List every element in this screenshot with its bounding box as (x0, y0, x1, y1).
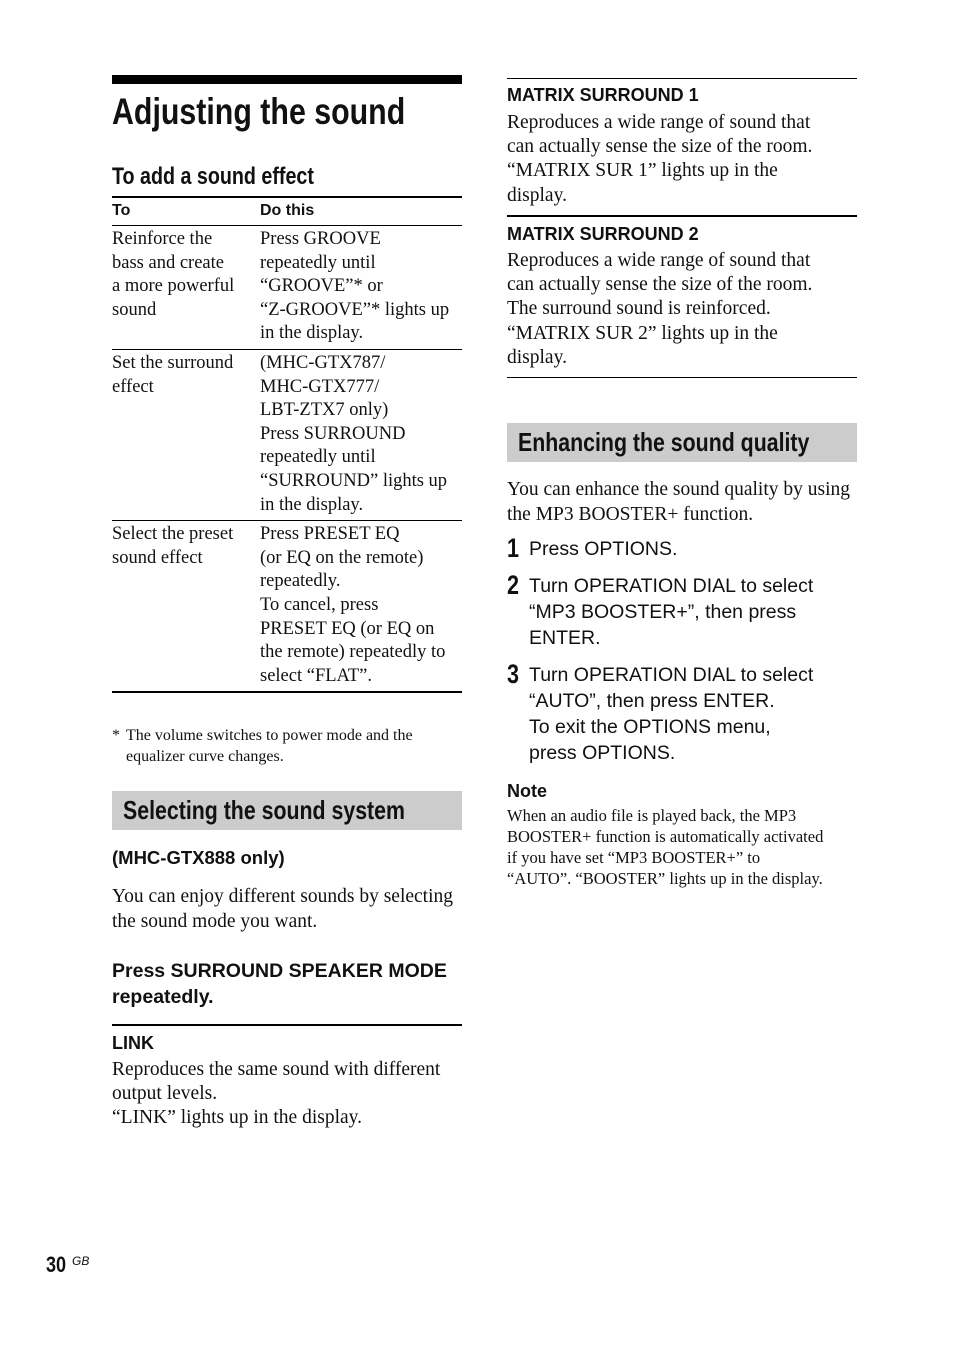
divider (112, 1024, 462, 1026)
cell-line: (or EQ on the remote) (260, 547, 424, 568)
cell-line: To cancel, press (260, 594, 379, 615)
sound-quality-heading: Enhancing the sound quality (518, 427, 810, 457)
cell-line: repeatedly until (260, 447, 376, 468)
cell-line: repeatedly. (260, 571, 341, 592)
cell-line: MHC-GTX777/ (260, 376, 380, 397)
step-number: 1 (507, 533, 520, 563)
cell-line: PRESET EQ (or EQ on (260, 618, 435, 639)
mode-name-matrix-2: MATRIX SURROUND 2 (507, 224, 699, 244)
text-line: Reproduces the same sound with different (112, 1059, 441, 1080)
text-line: Turn OPERATION DIAL to select (529, 664, 814, 686)
text-line: can actually sense the size of the room. (507, 136, 813, 158)
table-row: Reinforce the bass and create a more pow… (112, 225, 462, 350)
title-rule (112, 75, 462, 84)
cell-line: sound effect (112, 547, 203, 568)
note-heading: Note (507, 781, 547, 801)
cell-line: “Z-GROOVE”* lights up (260, 299, 450, 320)
text-line: To exit the OPTIONS menu, (529, 716, 771, 738)
divider (507, 78, 857, 79)
cell-line: sound (112, 299, 157, 320)
cell-line: Press SURROUND (260, 423, 406, 444)
sound-effect-heading: To add a sound effect (112, 163, 314, 190)
cell-line: Press GROOVE (260, 229, 381, 249)
cell-line: in the display. (260, 323, 364, 344)
mode-name-link: LINK (112, 1033, 154, 1053)
cell-line: a more powerful (112, 276, 235, 297)
cell-to: Select the preset sound effect (112, 520, 260, 694)
step-text: Press OPTIONS. (529, 536, 677, 562)
cell-line: (MHC-GTX787/ (260, 352, 386, 373)
mode-description-link: Reproduces the same sound with different… (112, 1058, 462, 1131)
section-header-sound-quality: Enhancing the sound quality (507, 423, 857, 462)
text-line: “MP3 BOOSTER+”, then press (529, 601, 797, 623)
text-line: BOOSTER+ function is automatically activ… (507, 827, 824, 846)
text-line: ENTER. (529, 627, 601, 649)
cell-do-this: (MHC-GTX787/ MHC-GTX777/ LBT-ZTX7 only) … (260, 349, 462, 522)
page-number-suffix: GB (72, 1254, 90, 1268)
sound-effect-table: To Do this Reinforce the bass and create… (112, 196, 462, 694)
cell-line: Select the preset (112, 524, 234, 545)
table-row: Select the preset sound effect Press PRE… (112, 520, 462, 694)
text-line: display. (507, 184, 567, 206)
sound-system-intro: You can enjoy different sounds by select… (112, 886, 454, 932)
table-header-row: To Do this (112, 196, 462, 226)
text-line: display. (507, 346, 567, 368)
page-title: Adjusting the sound (112, 91, 406, 132)
column-header-to: To (112, 196, 260, 226)
table-row: Set the surround effect (MHC-GTX787/ MHC… (112, 349, 462, 522)
mode-description-matrix-1: Reproduces a wide range of sound that ca… (507, 111, 857, 208)
cell-line: Reinforce the (112, 229, 213, 249)
text-line: Reproduces a wide range of sound that (507, 250, 811, 271)
page-number: 30 GB (46, 1252, 89, 1278)
section-header-sound-system: Selecting the sound system (112, 791, 462, 830)
sound-system-heading: Selecting the sound system (123, 795, 405, 825)
page-number-value: 30 (46, 1252, 67, 1277)
cell-line: Press PRESET EQ (260, 524, 400, 545)
sound-quality-intro: You can enhance the sound quality by usi… (507, 479, 851, 525)
cell-line: effect (112, 376, 154, 397)
text-line: “MATRIX SUR 1” lights up in the (507, 160, 778, 182)
divider (507, 377, 857, 378)
step-text: Turn OPERATION DIAL to select “MP3 BOOST… (529, 573, 813, 651)
text-line: Press OPTIONS. (529, 538, 678, 560)
instruction-heading: Press SURROUND SPEAKER MODE repeatedly. (112, 960, 447, 1008)
text-line: Turn OPERATION DIAL to select (529, 575, 814, 597)
mode-description-matrix-2: Reproduces a wide range of sound that ca… (507, 249, 857, 370)
text-line: Reproduces a wide range of sound that (507, 112, 811, 133)
text-line: “LINK” lights up in the display. (112, 1107, 363, 1129)
cell-line: “SURROUND” lights up (260, 470, 448, 491)
cell-line: “GROOVE”* or (260, 276, 383, 297)
step-number: 3 (507, 659, 520, 689)
text-line: The surround sound is reinforced. (507, 298, 771, 320)
cell-to: Reinforce the bass and create a more pow… (112, 225, 260, 350)
text-line: output levels. (112, 1083, 218, 1105)
cell-line: bass and create (112, 252, 224, 273)
column-header-do-this: Do this (260, 196, 462, 226)
cell-line: in the display. (260, 494, 364, 515)
text-line: “AUTO”. “BOOSTER” lights up in the displ… (507, 869, 823, 888)
text-line: When an audio file is played back, the M… (507, 806, 797, 825)
cell-line: the remote) repeatedly to (260, 642, 446, 663)
footnote-marker: * (112, 727, 120, 744)
step-text: Turn OPERATION DIAL to select “AUTO”, th… (529, 662, 813, 766)
text-line: can actually sense the size of the room. (507, 274, 813, 296)
text-line: press OPTIONS. (529, 742, 676, 764)
cell-do-this: Press GROOVE repeatedly until “GROOVE”* … (260, 225, 462, 350)
text-line: “AUTO”, then press ENTER. (529, 690, 775, 712)
cell-line: Set the surround (112, 352, 234, 373)
cell-to: Set the surround effect (112, 349, 260, 522)
text-line: “MATRIX SUR 2” lights up in the (507, 322, 778, 344)
text-line: if you have set “MP3 BOOSTER+” to (507, 848, 761, 867)
cell-do-this: Press PRESET EQ (or EQ on the remote) re… (260, 520, 462, 694)
footnote-text: The volume switches to power mode and th… (126, 727, 413, 765)
mode-name-matrix-1: MATRIX SURROUND 1 (507, 85, 699, 105)
note-body: When an audio file is played back, the M… (507, 805, 867, 889)
cell-line: LBT-ZTX7 only) (260, 400, 389, 421)
cell-line: repeatedly until (260, 252, 376, 273)
step-number: 2 (507, 570, 520, 600)
divider (507, 215, 857, 217)
model-note: (MHC-GTX888 only) (112, 847, 285, 868)
footnote: * The volume switches to power mode and … (112, 725, 462, 767)
cell-line: select “FLAT”. (260, 665, 372, 686)
